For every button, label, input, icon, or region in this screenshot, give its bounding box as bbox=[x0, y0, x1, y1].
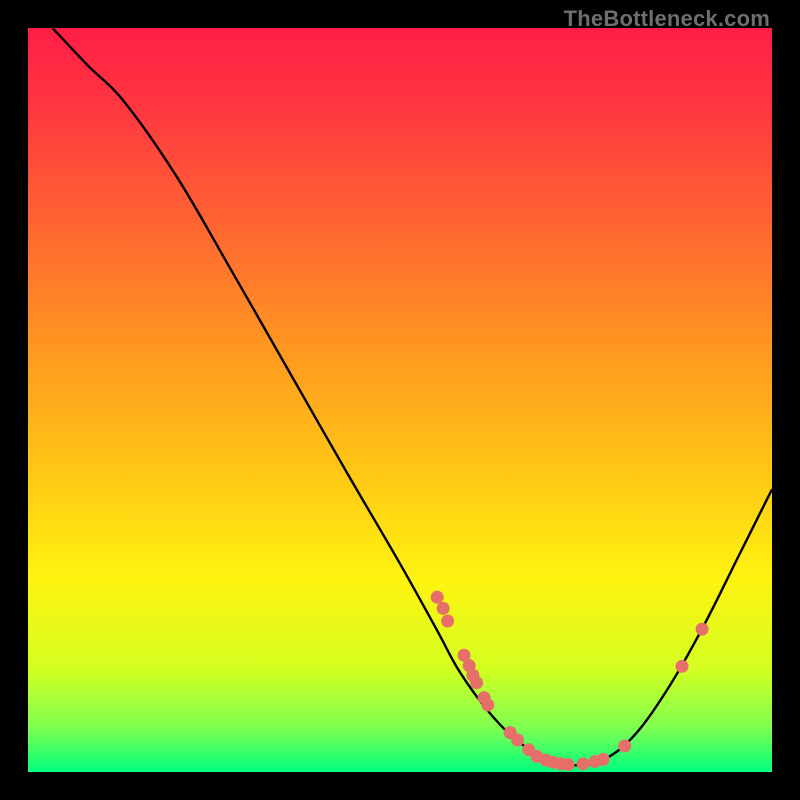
observation-dot bbox=[675, 660, 688, 673]
observation-dot bbox=[481, 699, 494, 712]
chart-frame bbox=[28, 28, 772, 772]
observation-dot bbox=[437, 602, 450, 615]
gradient-background bbox=[28, 28, 772, 772]
observation-dot bbox=[470, 676, 483, 689]
observation-dot bbox=[431, 591, 444, 604]
observation-dot bbox=[618, 739, 631, 752]
observation-dot bbox=[511, 734, 524, 747]
observation-dot bbox=[441, 614, 454, 627]
observation-dot bbox=[597, 753, 610, 766]
observation-dot bbox=[562, 758, 575, 771]
observation-dot bbox=[577, 757, 590, 770]
bottleneck-chart bbox=[28, 28, 772, 772]
observation-dot bbox=[696, 623, 709, 636]
